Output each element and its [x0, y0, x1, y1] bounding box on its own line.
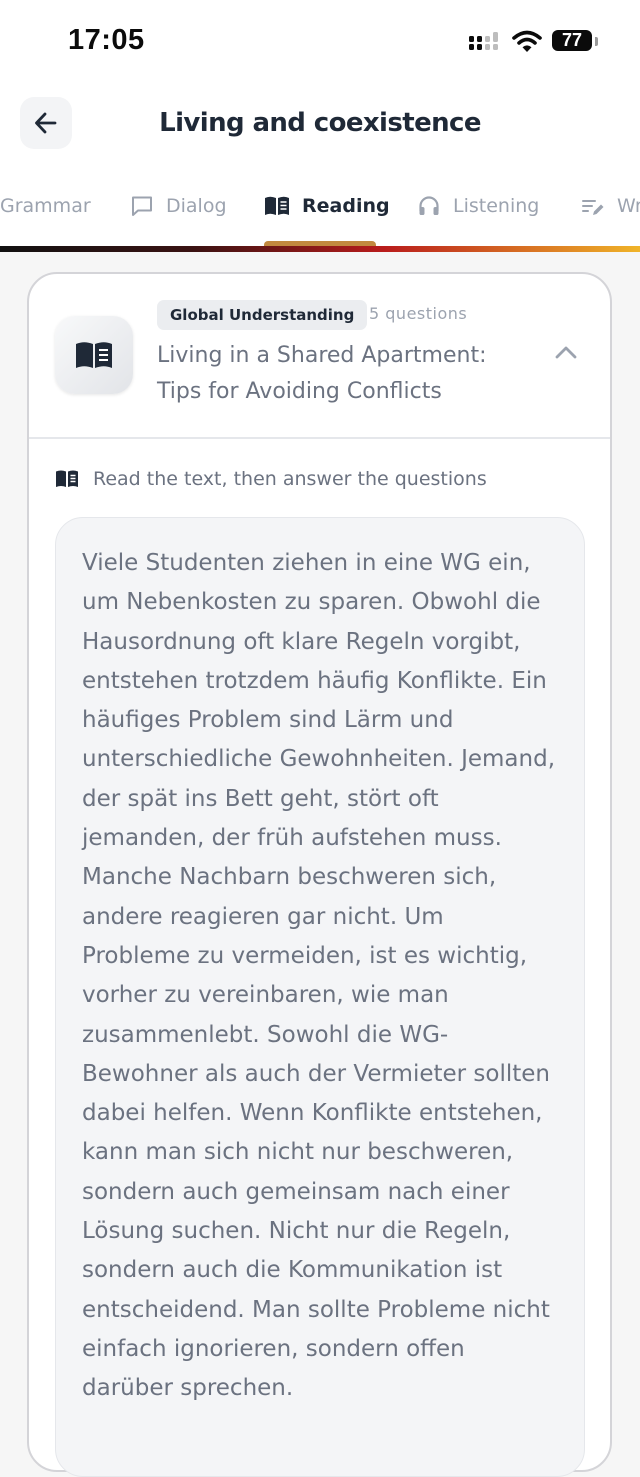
tab-grammar[interactable]: Grammar	[0, 186, 91, 226]
card-title: Living in a Shared Apartment: Tips for A…	[157, 343, 487, 404]
book-icon	[76, 342, 112, 368]
tab-label: Wr	[617, 195, 640, 217]
tab-label: Grammar	[0, 195, 91, 217]
tab-bar: Grammar Dialog Reading Listening Wr	[0, 186, 640, 230]
signal-icon	[469, 32, 498, 50]
book-icon	[56, 470, 78, 487]
tab-reading[interactable]: Reading	[264, 186, 390, 226]
exercise-card: Global Understanding 5 questions Living …	[27, 272, 612, 1477]
tab-writing[interactable]: Wr	[581, 186, 640, 226]
battery-icon: 77	[552, 30, 592, 51]
tab-dialog[interactable]: Dialog	[130, 186, 227, 226]
tab-label: Dialog	[166, 195, 227, 217]
wifi-icon	[512, 30, 542, 52]
book-icon	[265, 196, 289, 215]
battery-cap	[595, 37, 598, 46]
reading-text-box: Viele Studenten ziehen in eine WG ein, u…	[55, 517, 585, 1477]
tab-listening[interactable]: Listening	[417, 186, 539, 226]
headphones-icon	[419, 196, 439, 215]
question-count: 5 questions	[369, 304, 468, 323]
card-header[interactable]: Global Understanding 5 questions Living …	[29, 274, 610, 439]
tab-label: Reading	[302, 195, 390, 217]
tab-label: Listening	[453, 195, 540, 217]
category-badge: Global Understanding	[157, 300, 368, 330]
page-title: Living and coexistence	[159, 108, 481, 138]
reading-text: Viele Studenten ziehen in eine WG ein, u…	[82, 550, 556, 1402]
status-time: 17:05	[68, 24, 145, 56]
pencil-lines-icon	[582, 200, 604, 215]
card-icon-tile	[55, 316, 133, 394]
battery-level: 77	[561, 30, 583, 50]
instruction-text: Read the text, then answer the questions	[93, 468, 487, 490]
chat-bubble-icon	[132, 196, 152, 216]
instruction: Read the text, then answer the questions	[55, 468, 487, 490]
gradient-divider	[0, 246, 640, 252]
chevron-up-icon[interactable]	[555, 344, 577, 360]
